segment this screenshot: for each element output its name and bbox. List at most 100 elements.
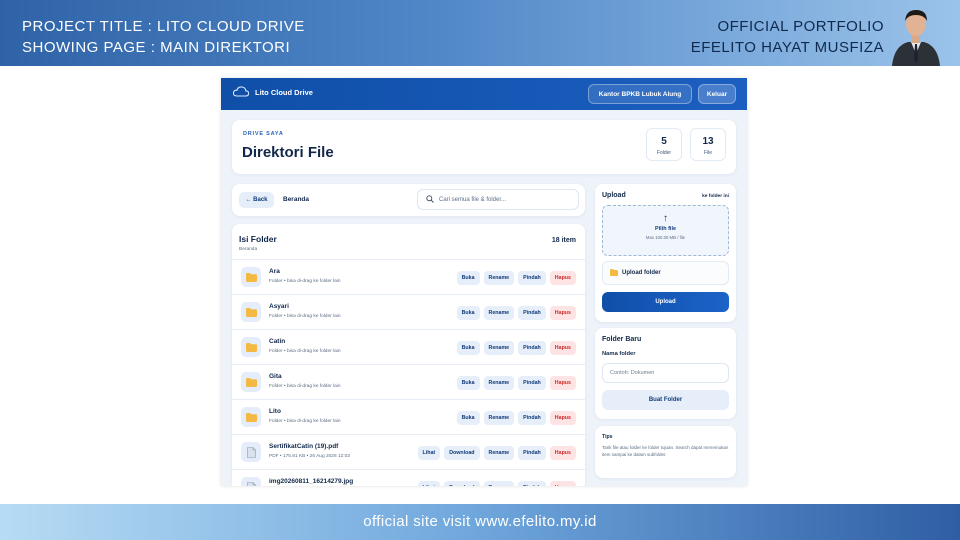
- item-name: Lito: [269, 408, 281, 415]
- folder-name-label: Nama folder: [602, 351, 636, 357]
- action-rename-button[interactable]: Rename: [483, 341, 515, 355]
- action-pindah-button[interactable]: Pindah: [518, 341, 546, 355]
- item-actions: Buka Rename Pindah Hapus: [456, 341, 576, 355]
- logout-button[interactable]: Keluar: [698, 84, 736, 104]
- search-input[interactable]: Cari semua file & folder...: [417, 189, 579, 210]
- action-pindah-button[interactable]: Pindah: [518, 446, 546, 460]
- action-pindah-button[interactable]: Pindah: [518, 271, 546, 285]
- item-meta: Folder • bisa di-drag ke folder lain: [269, 349, 341, 354]
- action-hapus-button[interactable]: Hapus: [549, 446, 576, 460]
- list-item[interactable]: SertifikatCatin (19).pdf PDF • 175.81 KB …: [232, 434, 585, 469]
- action-download-button[interactable]: Download: [444, 446, 480, 460]
- folder-icon: [241, 407, 261, 427]
- upload-title: Upload: [602, 192, 626, 199]
- action-hapus-button[interactable]: Hapus: [549, 376, 576, 390]
- project-info: PROJECT TITLE : LITO CLOUD DRIVE SHOWING…: [22, 16, 305, 58]
- upload-destination: ke folder ini: [702, 194, 729, 199]
- item-name: Asyari: [269, 303, 289, 310]
- item-meta: Folder • bisa di-drag ke folder lain: [269, 384, 341, 389]
- cloud-icon: [232, 86, 250, 99]
- item-meta: PDF • 175.81 KB • 26 Aug 2026 12:03: [269, 454, 350, 459]
- brand-name: Lito Cloud Drive: [255, 88, 313, 97]
- action-rename-button[interactable]: Rename: [483, 481, 515, 486]
- folder-name-input[interactable]: Contoh: Dokumen: [602, 363, 729, 383]
- folder-icon: [241, 267, 261, 287]
- stat-files-label: File: [703, 150, 713, 156]
- action-pindah-button[interactable]: Pindah: [518, 411, 546, 425]
- brand[interactable]: Lito Cloud Drive: [232, 86, 313, 99]
- breadcrumb[interactable]: Beranda: [283, 196, 309, 203]
- app-topbar: Lito Cloud Drive Kantor BPKB Lubuk Alung…: [221, 78, 747, 110]
- footer-band: official site visit www.efelito.my.id: [0, 504, 960, 540]
- item-meta: Folder • bisa di-drag ke folder lain: [269, 279, 341, 284]
- page-eyebrow: DRIVE SAYA: [243, 131, 284, 137]
- author-name: EFELITO HAYAT MUSFIZA: [690, 39, 884, 56]
- file-icon: [241, 477, 261, 486]
- new-folder-title: Folder Baru: [602, 336, 642, 343]
- list-item[interactable]: Asyari Folder • bisa di-drag ke folder la…: [232, 294, 585, 329]
- item-actions: Buka Rename Pindah Hapus: [456, 271, 576, 285]
- tips-card: Tips Tarik file atau folder ke folder tu…: [595, 426, 736, 478]
- item-actions: Buka Rename Pindah Hapus: [456, 376, 576, 390]
- new-folder-card: Folder Baru Nama folder Contoh: Dokumen …: [595, 328, 736, 419]
- stat-files: 13 File: [690, 128, 726, 161]
- action-pindah-button[interactable]: Pindah: [518, 376, 546, 390]
- list-item[interactable]: Lito Folder • bisa di-drag ke folder lain…: [232, 399, 585, 434]
- list-item[interactable]: Gita Folder • bisa di-drag ke folder lain…: [232, 364, 585, 399]
- page-header-card: DRIVE SAYA Direktori File 5 Folder 13 Fi…: [232, 120, 736, 174]
- action-hapus-button[interactable]: Hapus: [549, 341, 576, 355]
- create-folder-button[interactable]: Buat Folder: [602, 390, 729, 410]
- action-rename-button[interactable]: Rename: [483, 271, 515, 285]
- action-rename-button[interactable]: Rename: [483, 306, 515, 320]
- item-meta: Folder • bisa di-drag ke folder lain: [269, 419, 341, 424]
- page-title: Direktori File: [242, 144, 334, 161]
- list-item[interactable]: img20260811_16214279.jpg LihatDownloadRen…: [232, 469, 585, 486]
- action-download-button[interactable]: Download: [444, 481, 480, 486]
- action-rename-button[interactable]: Rename: [483, 446, 515, 460]
- pick-file-label: Pilih file: [654, 226, 677, 232]
- stat-files-value: 13: [702, 136, 714, 147]
- search-placeholder: Cari semua file & folder...: [439, 196, 507, 203]
- action-buka-button[interactable]: Buka: [456, 341, 480, 355]
- upload-folder-label: Upload folder: [622, 270, 661, 276]
- action-buka-button[interactable]: Buka: [456, 376, 480, 390]
- item-actions: Buka Rename Pindah Hapus: [456, 306, 576, 320]
- item-count: 18 item: [551, 237, 576, 244]
- stat-folders: 5 Folder: [646, 128, 682, 161]
- action-rename-button[interactable]: Rename: [483, 411, 515, 425]
- action-pindah-button[interactable]: Pindah: [518, 481, 546, 486]
- upload-button[interactable]: Upload: [602, 292, 729, 312]
- item-name: SertifikatCatin (19).pdf: [269, 443, 339, 450]
- item-actions: LihatDownloadRenamePindahHapus: [417, 446, 576, 460]
- upload-folder-button[interactable]: Upload folder: [602, 261, 729, 285]
- action-buka-button[interactable]: Buka: [456, 411, 480, 425]
- action-buka-button[interactable]: Buka: [456, 306, 480, 320]
- action-pindah-button[interactable]: Pindah: [518, 306, 546, 320]
- upload-arrow-icon: ↑: [663, 213, 668, 224]
- action-hapus-button[interactable]: Hapus: [549, 271, 576, 285]
- file-dropzone[interactable]: ↑ Pilih file Max 100.00 MB / file: [602, 205, 729, 256]
- list-item[interactable]: Catin Folder • bisa di-drag ke folder lai…: [232, 329, 585, 364]
- max-size-note: Max 100.00 MB / file: [645, 235, 686, 240]
- folder-icon: [241, 337, 261, 357]
- list-title: Isi Folder: [239, 234, 277, 244]
- item-meta: Folder • bisa di-drag ke folder lain: [269, 314, 341, 319]
- portfolio-label: OFFICIAL PORTFOLIO: [717, 18, 884, 35]
- office-chip[interactable]: Kantor BPKB Lubuk Alung: [588, 84, 692, 104]
- header-band: PROJECT TITLE : LITO CLOUD DRIVE SHOWING…: [0, 0, 960, 66]
- action-hapus-button[interactable]: Hapus: [549, 411, 576, 425]
- action-hapus-button[interactable]: Hapus: [549, 306, 576, 320]
- item-name: Gita: [269, 373, 282, 380]
- action-buka-button[interactable]: Buka: [456, 271, 480, 285]
- author-avatar: [886, 2, 946, 66]
- back-button[interactable]: ← Back: [239, 192, 274, 208]
- list-item[interactable]: Ara Folder • bisa di-drag ke folder lain B…: [232, 259, 585, 294]
- action-lihat-button[interactable]: Lihat: [417, 446, 441, 460]
- app-window: Lito Cloud Drive Kantor BPKB Lubuk Alung…: [221, 78, 747, 486]
- action-lihat-button[interactable]: Lihat: [417, 481, 441, 486]
- action-hapus-button[interactable]: Hapus: [549, 481, 576, 486]
- item-actions: Buka Rename Pindah Hapus: [456, 411, 576, 425]
- file-list: Ara Folder • bisa di-drag ke folder lain B…: [232, 259, 585, 486]
- action-rename-button[interactable]: Rename: [483, 376, 515, 390]
- file-icon: [241, 442, 261, 462]
